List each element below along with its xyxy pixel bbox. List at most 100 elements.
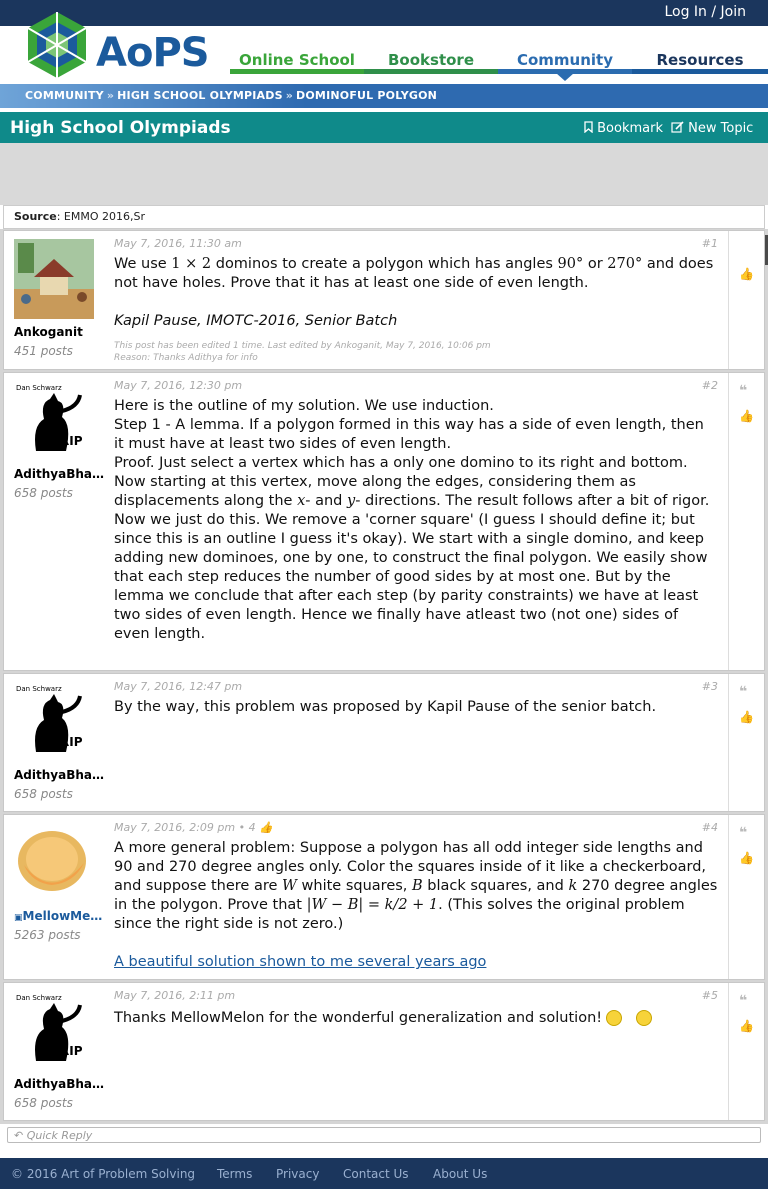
footer-contact-link[interactable]: Contact Us <box>343 1167 409 1181</box>
copyright: © 2016 Art of Problem Solving <box>11 1167 196 1181</box>
quote-icon[interactable]: ❝ <box>739 383 747 399</box>
username-text: MellowMelon <box>22 909 104 923</box>
svg-text:Dan Schwarz: Dan Schwarz <box>16 384 62 392</box>
avatar-adithyabhas[interactable]: Dan Schwarz RIP <box>14 682 94 762</box>
username[interactable]: AdithyaBhas... <box>14 768 104 782</box>
post-count: 5263 posts <box>14 928 81 942</box>
footer-terms-link[interactable]: Terms <box>217 1167 252 1181</box>
problem-credit: Kapil Pause, IMOTC-2016, Senior Batch <box>114 313 398 329</box>
like-icon[interactable]: 👍 <box>739 267 754 281</box>
nav-online-school-label: Online School <box>239 51 355 69</box>
svg-text:Dan Schwarz: Dan Schwarz <box>16 685 62 693</box>
forum-title[interactable]: High School Olympiads <box>10 118 231 138</box>
bookmark-button[interactable]: Bookmark <box>584 121 663 136</box>
post-paragraph: Now we just do this. We remove a 'corner… <box>114 512 708 642</box>
post-number[interactable]: #4 <box>702 821 718 834</box>
post-text: black squares, and <box>422 878 569 894</box>
source-line: Source: EMMO 2016,Sr <box>3 205 765 229</box>
math-expression: k <box>568 878 578 894</box>
post-date: May 7, 2016, 12:47 pm <box>114 680 243 693</box>
username[interactable]: ▣MellowMelon <box>14 909 104 923</box>
moderator-icon: ▣ <box>14 913 23 923</box>
svg-text:RIP: RIP <box>60 1044 83 1058</box>
post-3: Dan Schwarz RIP AdithyaBhas... 658 posts… <box>3 673 765 812</box>
nav-community[interactable]: Community <box>498 48 632 81</box>
like-icon[interactable]: 👍 <box>739 710 754 724</box>
svg-text:RIP: RIP <box>60 434 83 448</box>
new-topic-button[interactable]: New Topic <box>671 121 753 136</box>
smile-emoticon-icon <box>606 1010 623 1026</box>
post-paragraph: By the way, this problem was proposed by… <box>114 699 657 715</box>
post-count: 658 posts <box>14 1096 73 1110</box>
footer: © 2016 Art of Problem Solving Terms Priv… <box>0 1158 768 1189</box>
post-count: 658 posts <box>14 486 73 500</box>
avatar-ankoganit[interactable] <box>14 239 94 319</box>
footer-privacy-link[interactable]: Privacy <box>276 1167 319 1181</box>
post-number[interactable]: #2 <box>702 379 718 392</box>
post-text: - and <box>305 493 347 509</box>
breadcrumb-community[interactable]: COMMUNITY <box>25 89 104 102</box>
reply-icon: ↶ <box>14 1129 24 1142</box>
post-number[interactable]: #5 <box>702 989 718 1002</box>
post-actions: ❝ 👍 <box>728 815 764 979</box>
aops-logo[interactable]: AoPS <box>24 10 210 82</box>
nav-resources[interactable]: Resources <box>632 48 768 74</box>
post-text: or <box>583 256 608 272</box>
username[interactable]: AdithyaBhas... <box>14 467 104 481</box>
breadcrumb-bar: COMMUNITY» HIGH SCHOOL OLYMPIADS» DOMINOFU… <box>0 84 768 108</box>
quote-icon[interactable]: ❝ <box>739 993 747 1009</box>
post-text: - directions. The result follows after a… <box>355 493 710 509</box>
math-expression: |W − B| = k/2 + 1 <box>306 897 439 913</box>
post-2: Dan Schwarz RIP AdithyaBhas... 658 posts… <box>3 372 765 671</box>
post-date-text: May 7, 2016, 2:09 pm <box>114 821 236 834</box>
breadcrumb: COMMUNITY» HIGH SCHOOL OLYMPIADS» DOMINOFU… <box>25 89 437 102</box>
footer-about-link[interactable]: About Us <box>433 1167 487 1181</box>
like-icon[interactable]: 👍 <box>739 851 754 865</box>
quick-reply-label: Quick Reply <box>26 1129 93 1142</box>
post-paragraph: Here is the outline of my solution. We u… <box>114 398 494 414</box>
edit-reason: Reason: Thanks Adithya for info <box>114 353 258 363</box>
post-4: ▣MellowMelon 5263 posts May 7, 2016, 2:0… <box>3 814 765 980</box>
breadcrumb-topic[interactable]: DOMINOFUL POLYGON <box>296 89 437 102</box>
source-value: : EMMO 2016,Sr <box>56 210 146 223</box>
post-body: By the way, this problem was proposed by… <box>114 698 718 717</box>
post-1: Ankoganit 451 posts May 7, 2016, 11:30 a… <box>3 230 765 370</box>
svg-text:RIP: RIP <box>60 735 83 749</box>
post-number[interactable]: #1 <box>702 237 718 250</box>
post-number[interactable]: #3 <box>702 680 718 693</box>
hidden-solution-link[interactable]: A beautiful solution shown to me several… <box>114 954 486 970</box>
post-text: white squares, <box>296 878 413 894</box>
active-tab-indicator <box>556 73 574 81</box>
math-expression: 270° <box>607 256 643 272</box>
breadcrumb-separator: » <box>285 89 294 102</box>
math-expression: y <box>347 493 356 509</box>
post-date: May 7, 2016, 11:30 am <box>114 237 242 250</box>
quote-icon[interactable]: ❝ <box>739 825 747 841</box>
username[interactable]: Ankoganit <box>14 325 104 339</box>
quick-reply-bar[interactable]: ↶ Quick Reply <box>7 1127 761 1143</box>
like-icon[interactable]: 👍 <box>739 1019 754 1033</box>
like-icon[interactable]: 👍 <box>739 409 754 423</box>
breadcrumb-high-school-olympiads[interactable]: HIGH SCHOOL OLYMPIADS <box>117 89 283 102</box>
thumbs-up-icon: 👍 <box>259 821 273 834</box>
nav-community-label: Community <box>516 51 614 69</box>
post-actions: 👍 <box>728 231 764 369</box>
post-date: May 7, 2016, 12:30 pm <box>114 379 243 392</box>
quote-icon[interactable]: ❝ <box>739 684 747 700</box>
login-join-link[interactable]: Log In / Join <box>664 4 746 20</box>
avatar-mellowmelon[interactable] <box>14 823 94 903</box>
post-text: We use <box>114 256 172 272</box>
nav-online-school[interactable]: Online School <box>230 48 364 74</box>
breadcrumb-separator: » <box>106 89 115 102</box>
avatar-adithyabhas[interactable]: Dan Schwarz RIP <box>14 991 94 1071</box>
post-body: Here is the outline of my solution. We u… <box>114 397 718 644</box>
username[interactable]: AdithyaBhas... <box>14 1077 104 1091</box>
bookmark-icon <box>584 121 593 134</box>
avatar-adithyabhas[interactable]: Dan Schwarz RIP <box>14 381 94 461</box>
logo-text: AoPS <box>96 30 210 76</box>
nav-bookstore[interactable]: Bookstore <box>364 48 498 74</box>
svg-text:Dan Schwarz: Dan Schwarz <box>16 994 62 1002</box>
edit-note-line: This post has been edited 1 time. Last e… <box>114 341 491 351</box>
math-expression: 1 × 2 <box>171 256 212 272</box>
like-count: • 4 <box>238 821 256 834</box>
